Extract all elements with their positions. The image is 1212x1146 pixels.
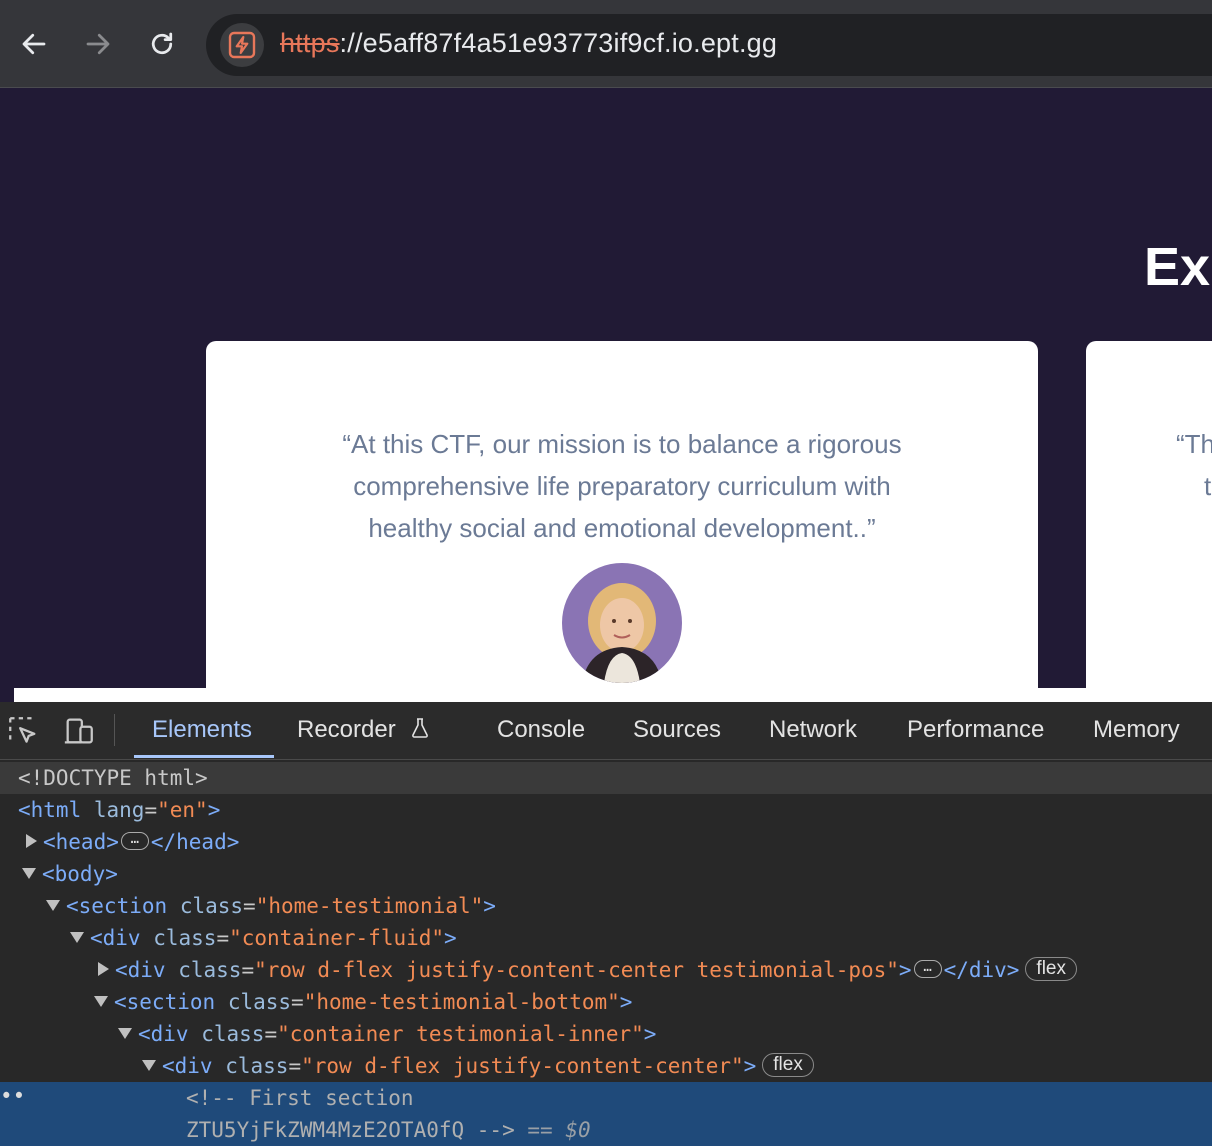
quote-line: comprehensive life preparatory curriculu… <box>353 471 891 501</box>
tab-elements[interactable]: Elements <box>152 716 252 744</box>
active-tab-indicator <box>134 755 274 758</box>
flex-badge[interactable]: flex <box>1025 957 1077 981</box>
tab-console[interactable]: Console <box>497 716 585 744</box>
tab-memory[interactable]: Memory <box>1093 716 1180 744</box>
dom-node-div[interactable]: <div class="container-fluid"> <box>0 922 1212 954</box>
dom-node-div[interactable]: <div class="row d-flex justify-content-c… <box>0 1050 1212 1082</box>
attr-value: "container testimonial-inner" <box>277 1022 644 1046</box>
dom-node-comment-selected[interactable]: •• <!-- First section ZTU5YjFkZWM4MzE2OT… <box>0 1082 1212 1146</box>
tag-name: <body> <box>42 862 118 886</box>
reload-button[interactable] <box>142 24 182 64</box>
tag-name: <html <box>18 798 82 822</box>
tag-close: </head> <box>150 830 240 854</box>
attr-value: "home-testimonial" <box>255 894 484 918</box>
reload-icon <box>151 32 173 55</box>
tag-name: <div <box>138 1022 189 1046</box>
attr-name: class <box>153 926 217 950</box>
testimonial-quote: “Th th <box>1176 423 1212 507</box>
quote-line: healthy social and emotional development… <box>368 513 876 543</box>
testimonial-card: “Th th <box>1086 341 1212 702</box>
toolbar-separator <box>114 714 115 746</box>
section-divider <box>14 688 1194 702</box>
inspect-element-icon[interactable] <box>6 714 40 748</box>
attr-name: class <box>178 958 242 982</box>
dom-node-div[interactable]: <div class="container testimonial-inner"… <box>0 1018 1212 1050</box>
back-button[interactable] <box>14 24 54 64</box>
address-bar[interactable]: https://e5aff87f4a51e93773if9cf.io.ept.g… <box>206 14 1212 76</box>
page-viewport: Exp “At this CTF, our mission is to bala… <box>0 88 1212 702</box>
dom-node-body[interactable]: <body> <box>0 858 1212 890</box>
testimonial-card: “At this CTF, our mission is to balance … <box>206 341 1038 702</box>
page-heading: Exp <box>1144 237 1212 297</box>
attr-name: lang <box>93 798 145 822</box>
url-text[interactable]: https://e5aff87f4a51e93773if9cf.io.ept.g… <box>280 28 777 59</box>
dom-node-section[interactable]: <section class="home-testimonial-bottom"… <box>0 986 1212 1018</box>
attr-value: "en" <box>157 798 208 822</box>
url-host: ://e5aff87f4a51e93773if9cf.io.ept.gg <box>339 28 778 58</box>
attr-value: "home-testimonial-bottom" <box>303 990 620 1014</box>
arrow-left-icon <box>22 33 46 55</box>
ellipsis-button[interactable]: … <box>913 960 942 978</box>
attr-value: "row d-flex justify-content-center" <box>301 1054 744 1078</box>
device-toolbar-icon[interactable] <box>62 714 96 748</box>
avatar <box>562 563 682 683</box>
url-scheme: https <box>280 28 340 58</box>
collapse-triangle-icon[interactable] <box>70 931 84 943</box>
arrow-right-icon <box>86 33 110 55</box>
testimonial-quote: “At this CTF, our mission is to balance … <box>206 423 1038 549</box>
devtools-panel: Elements Recorder Console Sources Networ… <box>0 702 1212 1146</box>
tag-name: <section <box>114 990 216 1014</box>
doctype-text: <!DOCTYPE html> <box>18 766 208 790</box>
tab-label: Recorder <box>297 716 396 743</box>
more-indicator: •• <box>0 1084 26 1108</box>
collapse-triangle-icon[interactable] <box>142 1059 156 1071</box>
tag-name: <section <box>66 894 168 918</box>
dom-node-section[interactable]: <section class="home-testimonial"> <box>0 890 1212 922</box>
browser-toolbar: https://e5aff87f4a51e93773if9cf.io.ept.g… <box>0 0 1212 88</box>
dom-tree: <!DOCTYPE html> <html lang="en"> <head>…… <box>0 760 1212 1146</box>
forward-button[interactable] <box>78 24 118 64</box>
attr-name: class <box>179 894 244 918</box>
site-info-button[interactable] <box>220 23 264 67</box>
tag-name: <div <box>90 926 141 950</box>
dom-node-doctype[interactable]: <!DOCTYPE html> <box>0 762 1212 794</box>
comment-text: ZTU5YjFkZWM4MzE2OTA0fQ --> <box>186 1118 515 1142</box>
tag-close: </div> <box>943 958 1020 982</box>
dom-node-div[interactable]: <div class="row d-flex justify-content-c… <box>0 954 1212 986</box>
tab-recorder[interactable]: Recorder <box>297 716 432 744</box>
attr-name: class <box>201 1022 265 1046</box>
attr-value: "row d-flex justify-content-center testi… <box>254 958 899 982</box>
ellipsis-button[interactable]: … <box>120 832 149 850</box>
collapse-triangle-icon[interactable] <box>22 867 36 879</box>
tag-name: <head> <box>43 830 119 854</box>
expand-triangle-icon[interactable] <box>98 962 109 976</box>
tag-name: <div <box>162 1054 213 1078</box>
flex-badge[interactable]: flex <box>762 1053 814 1077</box>
bolt-icon <box>228 31 256 59</box>
expand-triangle-icon[interactable] <box>26 834 37 848</box>
flask-icon <box>412 718 429 738</box>
tab-network[interactable]: Network <box>769 716 857 744</box>
quote-line: “At this CTF, our mission is to balance … <box>342 429 902 459</box>
dom-node-html[interactable]: <html lang="en"> <box>0 794 1212 826</box>
dom-node-head[interactable]: <head>… </head> <box>0 826 1212 858</box>
tab-performance[interactable]: Performance <box>907 716 1044 744</box>
collapse-triangle-icon[interactable] <box>94 995 108 1007</box>
attr-name: class <box>227 990 292 1014</box>
selected-node-marker: == $0 <box>527 1118 591 1142</box>
collapse-triangle-icon[interactable] <box>46 899 60 911</box>
attr-value: "container-fluid" <box>229 926 445 950</box>
collapse-triangle-icon[interactable] <box>118 1027 132 1039</box>
devtools-tab-bar: Elements Recorder Console Sources Networ… <box>0 702 1212 760</box>
quote-line: “Th <box>1176 429 1212 459</box>
attr-name: class <box>225 1054 289 1078</box>
tag-name: <div <box>115 958 166 982</box>
tab-sources[interactable]: Sources <box>633 716 721 744</box>
quote-line: th <box>1204 471 1212 501</box>
comment-text: <!-- First section <box>186 1086 414 1110</box>
